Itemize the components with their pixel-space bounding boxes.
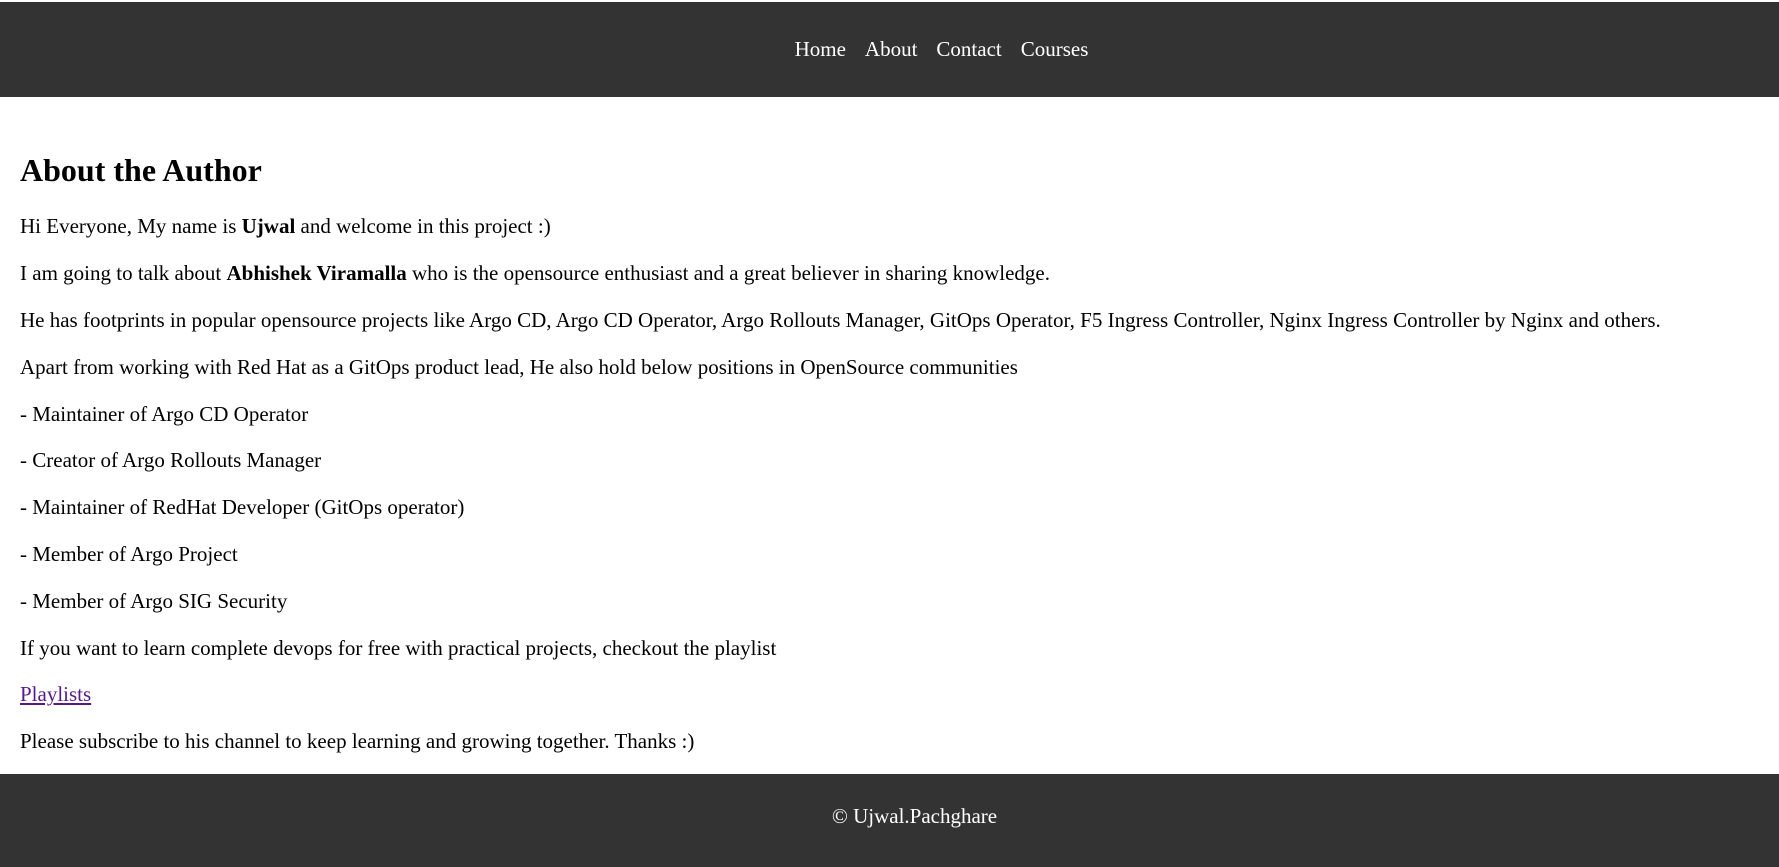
position-item: - Maintainer of Argo CD Operator [20,402,309,426]
footprints-paragraph: He has footprints in popular opensource … [20,308,1661,332]
subject-text-post: who is the opensource enthusiast and a g… [406,261,1050,285]
position-item: - Maintainer of RedHat Developer (GitOps… [20,495,465,519]
nav-link-home[interactable]: Home [795,39,846,60]
position-item: - Creator of Argo Rollouts Manager [20,448,322,472]
subscribe-paragraph: Please subscribe to his channel to keep … [20,729,695,753]
intro-paragraph: Hi Everyone, My name is Ujwal and welcom… [20,213,551,239]
position-item: - Member of Argo SIG Security [20,589,288,613]
subject-name: Abhishek Viramalla [226,261,407,285]
playlists-link[interactable]: Playlists [20,682,91,706]
page: Home About Contact Courses About the Aut… [0,0,1779,867]
playlist-paragraph: Playlists [20,681,91,707]
nav-link-contact[interactable]: Contact [936,39,1001,60]
intro-text-pre: Hi Everyone, My name is [20,214,242,238]
position-item: - Member of Argo Project [20,542,238,566]
intro-text-post: and welcome in this project :) [295,214,551,238]
copyright-text: © Ujwal.Pachghare [831,804,998,828]
about-section: About the Author Hi Everyone, My name is… [20,150,1760,753]
nav-link-about[interactable]: About [865,39,918,60]
footer: © Ujwal.Pachghare [0,774,1779,867]
author-name: Ujwal [241,214,296,238]
positions-intro-paragraph: Apart from working with Red Hat as a Git… [20,355,1018,379]
main-nav: Home About Contact Courses [0,2,1779,97]
learn-paragraph: If you want to learn complete devops for… [20,636,777,660]
subject-text-pre: I am going to talk about [20,261,227,285]
top-navigation-bar: Home About Contact Courses [0,2,1779,97]
page-title: About the Author [20,152,262,188]
nav-link-courses[interactable]: Courses [1021,39,1089,60]
subject-paragraph: I am going to talk about Abhishek Virama… [20,260,1050,286]
